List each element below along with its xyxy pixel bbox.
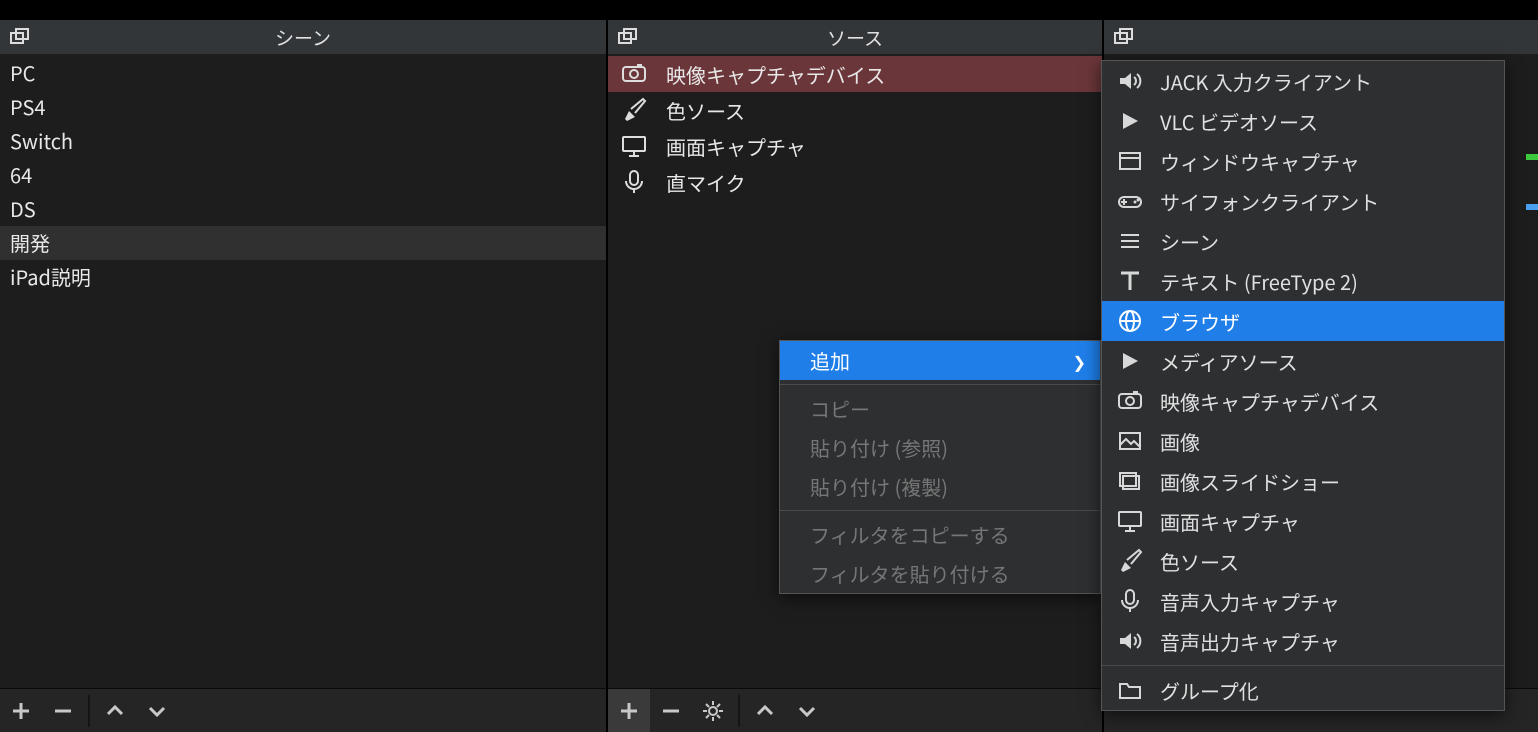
- text-icon: [1116, 268, 1144, 294]
- scene-item[interactable]: 64: [0, 158, 606, 192]
- popout-icon[interactable]: [1110, 24, 1136, 50]
- mic-icon: [618, 168, 650, 196]
- ctx-copy: コピー: [780, 389, 1100, 428]
- source-item[interactable]: 画面キャプチャ: [608, 128, 1102, 164]
- remove-scene-button[interactable]: [42, 689, 84, 732]
- app-root: シーン PC PS4 Switch 64 DS 開発 iPad説明 ソース: [0, 0, 1538, 732]
- scenes-list[interactable]: PC PS4 Switch 64 DS 開発 iPad説明: [0, 54, 606, 688]
- mixer-header: [1104, 20, 1538, 54]
- scene-item-selected[interactable]: 開発: [0, 226, 606, 260]
- sources-header: ソース: [608, 20, 1102, 54]
- speaker-icon: [1116, 68, 1144, 94]
- source-label: 色ソース: [666, 96, 745, 125]
- submenu-jack[interactable]: JACK 入力クライアント: [1102, 61, 1504, 101]
- submenu-image[interactable]: 画像: [1102, 421, 1504, 461]
- submenu-slideshow[interactable]: 画像スライドショー: [1102, 461, 1504, 501]
- folder-icon: [1116, 677, 1144, 703]
- scenes-title: シーン: [0, 24, 606, 51]
- scene-item[interactable]: PS4: [0, 90, 606, 124]
- source-label: 映像キャプチャデバイス: [666, 60, 885, 89]
- ctx-copy-filters: フィルタをコピーする: [780, 515, 1100, 554]
- source-label: 画面キャプチャ: [666, 132, 806, 161]
- scene-item[interactable]: DS: [0, 192, 606, 226]
- scenes-header: シーン: [0, 20, 606, 54]
- scene-item[interactable]: iPad説明: [0, 260, 606, 294]
- submenu-window-capture[interactable]: ウィンドウキャプチャ: [1102, 141, 1504, 181]
- add-source-button[interactable]: [608, 689, 650, 732]
- submenu-text[interactable]: テキスト (FreeType 2): [1102, 261, 1504, 301]
- move-source-down-button[interactable]: [786, 689, 828, 732]
- camera-icon: [618, 60, 650, 88]
- monitor-icon: [618, 132, 650, 160]
- scene-item[interactable]: PC: [0, 56, 606, 90]
- source-item-selected[interactable]: 映像キャプチャデバイス: [608, 56, 1102, 92]
- submenu-syphon[interactable]: サイフォンクライアント: [1102, 181, 1504, 221]
- submenu-vlc[interactable]: VLC ビデオソース: [1102, 101, 1504, 141]
- chevron-right-icon: ❯: [1073, 349, 1086, 373]
- move-scene-down-button[interactable]: [136, 689, 178, 732]
- brush-icon: [1116, 548, 1144, 574]
- source-properties-button[interactable]: [692, 689, 734, 732]
- window-icon: [1116, 148, 1144, 174]
- meter-indicator: [1526, 154, 1538, 160]
- play-icon: [1116, 108, 1144, 134]
- remove-source-button[interactable]: [650, 689, 692, 732]
- add-source-submenu: JACK 入力クライアント VLC ビデオソース ウィンドウキャプチャ サイフォ…: [1101, 60, 1505, 711]
- slideshow-icon: [1116, 468, 1144, 494]
- scene-item[interactable]: Switch: [0, 124, 606, 158]
- popout-icon[interactable]: [6, 24, 32, 50]
- ctx-add[interactable]: 追加 ❯: [780, 341, 1100, 380]
- mic-icon: [1116, 588, 1144, 614]
- move-source-up-button[interactable]: [744, 689, 786, 732]
- monitor-icon: [1116, 508, 1144, 534]
- sources-title: ソース: [608, 24, 1102, 51]
- source-item[interactable]: 直マイク: [608, 164, 1102, 200]
- submenu-scene[interactable]: シーン: [1102, 221, 1504, 261]
- sources-toolbar: [608, 688, 1102, 732]
- camera-icon: [1116, 388, 1144, 414]
- submenu-audio-in[interactable]: 音声入力キャプチャ: [1102, 581, 1504, 621]
- source-item[interactable]: 色ソース: [608, 92, 1102, 128]
- play-icon: [1116, 348, 1144, 374]
- submenu-video-capture[interactable]: 映像キャプチャデバイス: [1102, 381, 1504, 421]
- ctx-paste-ref: 貼り付け (参照): [780, 428, 1100, 467]
- gamepad-icon: [1116, 188, 1144, 214]
- source-label: 直マイク: [666, 168, 746, 197]
- meter-indicator: [1526, 204, 1538, 210]
- brush-icon: [618, 96, 650, 124]
- submenu-browser[interactable]: ブラウザ: [1102, 301, 1504, 341]
- move-scene-up-button[interactable]: [94, 689, 136, 732]
- ctx-paste-dup: 貼り付け (複製): [780, 467, 1100, 506]
- submenu-media[interactable]: メディアソース: [1102, 341, 1504, 381]
- scenes-toolbar: [0, 688, 606, 732]
- submenu-audio-out[interactable]: 音声出力キャプチャ: [1102, 621, 1504, 661]
- ctx-paste-filters: フィルタを貼り付ける: [780, 554, 1100, 593]
- image-icon: [1116, 428, 1144, 454]
- popout-icon[interactable]: [614, 24, 640, 50]
- scenes-panel: シーン PC PS4 Switch 64 DS 開発 iPad説明: [0, 0, 608, 732]
- source-context-menu: 追加 ❯ コピー 貼り付け (参照) 貼り付け (複製) フィルタをコピーする …: [779, 340, 1101, 594]
- submenu-color[interactable]: 色ソース: [1102, 541, 1504, 581]
- submenu-display-capture[interactable]: 画面キャプチャ: [1102, 501, 1504, 541]
- submenu-group[interactable]: グループ化: [1102, 670, 1504, 710]
- add-scene-button[interactable]: [0, 689, 42, 732]
- list-icon: [1116, 228, 1144, 254]
- speaker-icon: [1116, 628, 1144, 654]
- globe-icon: [1116, 308, 1144, 334]
